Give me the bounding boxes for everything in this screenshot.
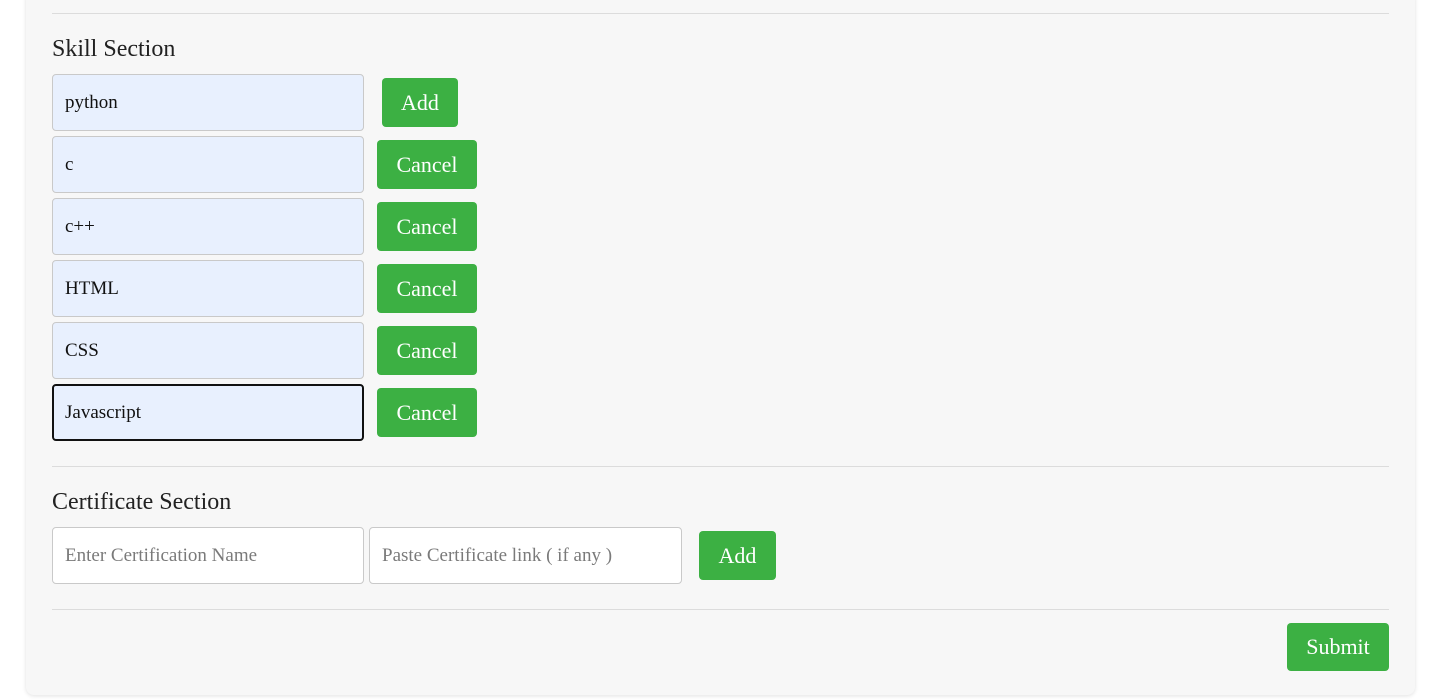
skill-section-title: Skill Section <box>52 36 176 62</box>
cancel-skill-button-css[interactable]: Cancel <box>377 326 477 375</box>
add-skill-button[interactable]: Add <box>382 78 458 127</box>
skill-input-javascript[interactable] <box>52 384 364 441</box>
cancel-skill-button-c[interactable]: Cancel <box>377 140 477 189</box>
cancel-skill-button-html[interactable]: Cancel <box>377 264 477 313</box>
skill-section-divider <box>52 466 1389 467</box>
certification-name-input[interactable] <box>52 527 364 584</box>
skill-input-cpp[interactable] <box>52 198 364 255</box>
cancel-skill-button-javascript[interactable]: Cancel <box>377 388 477 437</box>
top-divider <box>52 13 1389 14</box>
skill-input-css[interactable] <box>52 322 364 379</box>
certificate-section-title: Certificate Section <box>52 489 232 515</box>
certificate-section-divider <box>52 609 1389 610</box>
skill-input-html[interactable] <box>52 260 364 317</box>
submit-button[interactable]: Submit <box>1287 623 1389 671</box>
add-certificate-button[interactable]: Add <box>699 531 776 580</box>
certificate-link-input[interactable] <box>369 527 682 584</box>
cancel-skill-button-cpp[interactable]: Cancel <box>377 202 477 251</box>
new-skill-input[interactable] <box>52 74 364 131</box>
skill-input-c[interactable] <box>52 136 364 193</box>
